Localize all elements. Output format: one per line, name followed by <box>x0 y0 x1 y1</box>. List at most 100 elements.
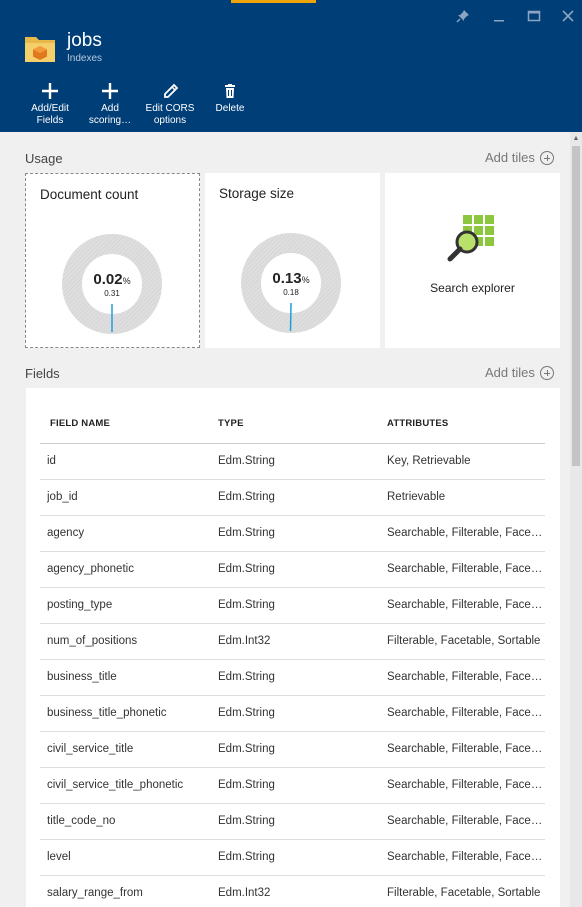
field-attributes-cell: Searchable, Filterable, Facetable <box>387 743 545 755</box>
field-attributes-cell: Searchable, Filterable, Facetable <box>387 851 545 863</box>
field-type-cell: Edm.String <box>218 851 275 863</box>
pencil-icon <box>142 82 198 100</box>
edit-cors-label: Edit CORS options <box>145 103 195 126</box>
field-type-cell: Edm.Int32 <box>218 887 271 899</box>
table-row[interactable]: business_title Edm.String Searchable, Fi… <box>40 660 545 696</box>
add-circle-icon <box>539 150 554 165</box>
document-count-donut: 0.02% 0.31 <box>62 234 162 334</box>
field-attributes-cell: Retrievable <box>387 491 446 503</box>
table-row[interactable]: job_id Edm.String Retrievable <box>40 480 545 516</box>
field-name-cell: title_code_no <box>47 815 116 827</box>
add-edit-fields-label: Add/Edit Fields <box>31 103 69 126</box>
plus-icon <box>82 82 138 100</box>
add-tiles-label: Add tiles <box>485 365 535 380</box>
field-attributes-cell: Filterable, Facetable, Sortable <box>387 635 541 647</box>
table-row[interactable]: business_title_phonetic Edm.String Searc… <box>40 696 545 732</box>
table-row[interactable]: posting_type Edm.String Searchable, Filt… <box>40 588 545 624</box>
field-name-cell: business_title <box>47 671 117 683</box>
table-row[interactable]: id Edm.String Key, Retrievable <box>40 444 545 480</box>
field-type-cell: Edm.String <box>218 707 275 719</box>
field-type-cell: Edm.String <box>218 599 275 611</box>
field-type-cell: Edm.String <box>218 527 275 539</box>
field-attributes-cell: Filterable, Facetable, Sortable <box>387 887 541 899</box>
field-type-cell: Edm.String <box>218 671 275 683</box>
table-row[interactable]: agency Edm.String Searchable, Filterable… <box>40 516 545 552</box>
field-attributes-cell: Searchable, Filterable, Facetable <box>387 671 545 683</box>
document-count-value: 0.31 <box>104 289 120 298</box>
field-attributes-cell: Searchable, Filterable, Facetable <box>387 779 545 791</box>
tile-title: Document count <box>40 187 139 202</box>
table-row[interactable]: salary_range_from Edm.Int32 Filterable, … <box>40 876 545 907</box>
edit-cors-options-button[interactable]: Edit CORS options <box>142 82 198 127</box>
scroll-up-icon[interactable]: ▲ <box>570 132 582 144</box>
fields-section-title: Fields <box>25 366 60 381</box>
field-name-cell: job_id <box>47 491 78 503</box>
search-explorer-label: Search explorer <box>430 281 515 295</box>
search-explorer-icon <box>447 215 497 265</box>
field-name-cell: salary_range_from <box>47 887 143 899</box>
table-row[interactable]: num_of_positions Edm.Int32 Filterable, F… <box>40 624 545 660</box>
field-name-cell: business_title_phonetic <box>47 707 167 719</box>
fields-add-tiles-button[interactable]: Add tiles <box>485 365 554 380</box>
donut-progress-arc <box>289 302 292 332</box>
field-attributes-cell: Searchable, Filterable, Facetable <box>387 563 545 575</box>
index-folder-icon <box>24 33 56 63</box>
field-attributes-cell: Key, Retrievable <box>387 455 471 467</box>
field-name-cell: level <box>47 851 71 863</box>
blade-subtitle: Indexes <box>67 53 103 64</box>
column-header-attributes[interactable]: ATTRIBUTES <box>387 418 448 429</box>
field-name-cell: civil_service_title <box>47 743 134 755</box>
usage-section-title: Usage <box>25 151 63 166</box>
maximize-icon[interactable] <box>523 6 545 26</box>
field-attributes-cell: Searchable, Filterable, Facetable <box>387 599 545 611</box>
field-type-cell: Edm.String <box>218 815 275 827</box>
field-attributes-cell: Searchable, Filterable, Facetable <box>387 527 545 539</box>
delete-button[interactable]: Delete <box>202 82 258 115</box>
search-explorer-tile[interactable]: Search explorer <box>385 173 560 348</box>
field-type-cell: Edm.String <box>218 491 275 503</box>
field-type-cell: Edm.String <box>218 455 275 467</box>
add-tiles-label: Add tiles <box>485 150 535 165</box>
field-attributes-cell: Searchable, Filterable, Facetable <box>387 707 545 719</box>
table-row[interactable]: agency_phonetic Edm.String Searchable, F… <box>40 552 545 588</box>
storage-size-value: 0.18 <box>283 288 299 297</box>
scrollbar-thumb[interactable] <box>572 146 580 466</box>
close-icon[interactable] <box>557 6 579 26</box>
column-header-field-name[interactable]: FIELD NAME <box>50 418 110 429</box>
storage-size-donut: 0.13% 0.18 <box>241 233 341 333</box>
active-blade-indicator <box>231 0 316 3</box>
column-header-type[interactable]: TYPE <box>218 418 244 429</box>
blade-title: jobs <box>67 30 102 51</box>
table-row[interactable]: civil_service_title Edm.String Searchabl… <box>40 732 545 768</box>
field-type-cell: Edm.String <box>218 779 275 791</box>
storage-size-percent: 0.13% <box>272 270 310 287</box>
table-row[interactable]: title_code_no Edm.String Searchable, Fil… <box>40 804 545 840</box>
document-count-tile[interactable]: Document count 0.02% 0.31 <box>25 173 200 348</box>
field-name-cell: agency_phonetic <box>47 563 134 575</box>
field-name-cell: num_of_positions <box>47 635 138 647</box>
field-type-cell: Edm.Int32 <box>218 635 271 647</box>
add-scoring-label: Add scoring… <box>88 103 132 126</box>
minimize-icon[interactable] <box>488 6 510 26</box>
table-row[interactable]: level Edm.String Searchable, Filterable,… <box>40 840 545 876</box>
storage-size-tile[interactable]: Storage size 0.13% 0.18 <box>205 173 380 348</box>
tile-title: Storage size <box>219 186 295 201</box>
add-scoring-profile-button[interactable]: Add scoring… <box>82 82 138 127</box>
blade-header: jobs Indexes Add/Edit Fields Add scoring… <box>0 0 582 132</box>
usage-add-tiles-button[interactable]: Add tiles <box>485 150 554 165</box>
pin-icon[interactable] <box>452 6 474 26</box>
plus-icon <box>22 82 78 100</box>
delete-label: Delete <box>215 103 245 114</box>
field-name-cell: posting_type <box>47 599 113 611</box>
trash-icon <box>202 82 258 100</box>
field-type-cell: Edm.String <box>218 563 275 575</box>
vertical-scrollbar[interactable]: ▲ <box>570 132 582 907</box>
add-circle-icon <box>539 365 554 380</box>
document-count-percent: 0.02% <box>93 271 131 288</box>
field-attributes-cell: Searchable, Filterable, Facetable <box>387 815 545 827</box>
field-name-cell: agency <box>47 527 85 539</box>
table-row[interactable]: civil_service_title_phonetic Edm.String … <box>40 768 545 804</box>
field-name-cell: id <box>47 455 56 467</box>
field-name-cell: civil_service_title_phonetic <box>47 779 184 791</box>
add-edit-fields-button[interactable]: Add/Edit Fields <box>22 82 78 127</box>
